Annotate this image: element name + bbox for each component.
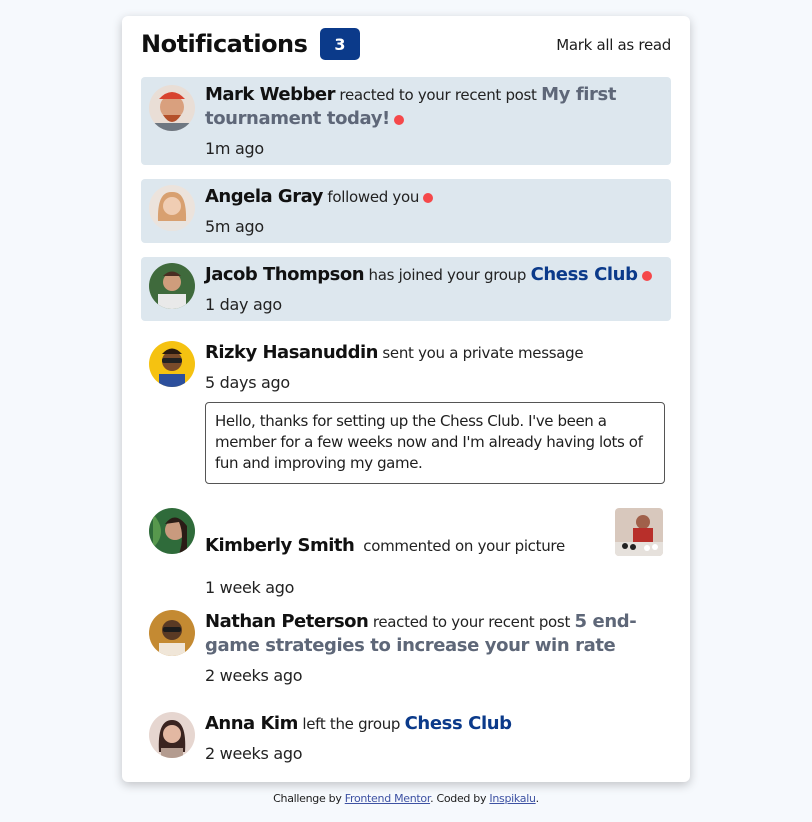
page-title: Notifications [141, 30, 308, 58]
notification-action: commented on your picture [363, 537, 565, 555]
notification-item[interactable]: Anna Kim left the group Chess Club 2 wee… [141, 708, 671, 772]
notification-item[interactable]: Mark Webber reacted to your recent post … [141, 77, 671, 165]
notification-action: sent you a private message [382, 344, 584, 362]
header: Notifications 3 Mark all as read [141, 28, 671, 64]
footer-middle: . Coded by [430, 792, 487, 805]
avatar[interactable] [149, 712, 195, 758]
user-name[interactable]: Angela Gray [205, 186, 323, 207]
footer-suffix: . [535, 792, 540, 805]
timestamp: 5 days ago [205, 373, 290, 392]
notification-action: left the group [302, 715, 401, 733]
notification-action: reacted to your recent post [339, 86, 537, 104]
unread-dot [641, 270, 652, 281]
timestamp: 1 day ago [205, 295, 282, 314]
timestamp: 1 week ago [205, 578, 295, 597]
attribution-footer: Challenge by Frontend Mentor. Coded by I… [0, 792, 812, 805]
mark-all-read-button[interactable]: Mark all as read [556, 36, 671, 54]
frontend-mentor-link[interactable]: Frontend Mentor [345, 792, 431, 805]
timestamp: 1m ago [205, 139, 264, 158]
user-name[interactable]: Mark Webber [205, 84, 335, 105]
commented-picture[interactable] [615, 508, 663, 556]
avatar[interactable] [149, 341, 195, 387]
user-name[interactable]: Jacob Thompson [205, 264, 365, 285]
user-name[interactable]: Nathan Peterson [205, 611, 369, 632]
group-link[interactable]: Chess Club [405, 713, 512, 734]
author-link[interactable]: Inspikalu [489, 792, 536, 805]
footer-prefix: Challenge by [273, 792, 342, 805]
notification-item[interactable]: Nathan Peterson reacted to your recent p… [141, 606, 671, 696]
user-name[interactable]: Kimberly Smith [205, 535, 355, 556]
user-name[interactable]: Rizky Hasanuddin [205, 342, 378, 363]
notification-item[interactable]: Angela Gray followed you 5m ago [141, 179, 671, 243]
notification-action: reacted to your recent post [372, 613, 571, 631]
group-link[interactable]: Chess Club [531, 264, 638, 285]
timestamp: 2 weeks ago [205, 744, 303, 763]
timestamp: 2 weeks ago [205, 666, 303, 685]
notification-item[interactable]: Jacob Thompson has joined your group Che… [141, 257, 671, 321]
unread-dot [423, 192, 434, 203]
notification-action: has joined your group [368, 266, 527, 284]
notifications-card: Notifications 3 Mark all as read Mark We… [122, 16, 690, 782]
notification-item[interactable]: Kimberly Smith commented on your picture… [141, 500, 671, 600]
avatar[interactable] [149, 610, 195, 656]
avatar[interactable] [149, 263, 195, 309]
unread-dot [393, 114, 404, 125]
private-message[interactable]: Hello, thanks for setting up the Chess C… [205, 402, 665, 484]
notification-action: followed you [327, 188, 420, 206]
avatar[interactable] [149, 85, 195, 131]
unread-count-badge: 3 [320, 28, 360, 60]
user-name[interactable]: Anna Kim [205, 713, 298, 734]
timestamp: 5m ago [205, 217, 264, 236]
avatar[interactable] [149, 185, 195, 231]
avatar[interactable] [149, 508, 195, 554]
